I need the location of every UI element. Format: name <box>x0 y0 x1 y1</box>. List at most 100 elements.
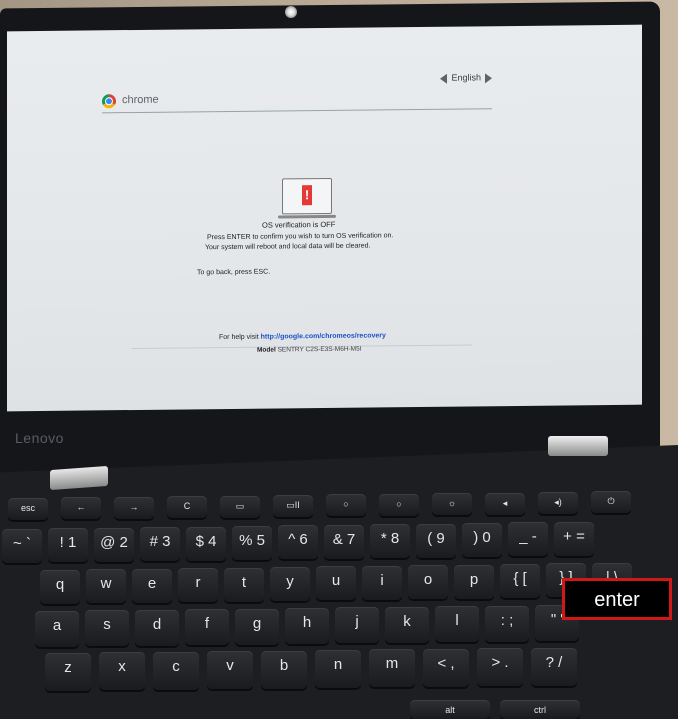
key-fn-10[interactable]: ◂) <box>538 492 578 514</box>
key-label: t <box>241 573 247 591</box>
key-num-2[interactable]: @ 2 <box>94 527 134 562</box>
language-selector[interactable]: English <box>440 72 492 84</box>
key-label: ◂) <box>554 497 562 507</box>
key-bottom-9[interactable]: ? / <box>531 647 577 686</box>
key-label: u <box>331 572 341 590</box>
key-bottom-2[interactable]: c <box>153 651 199 690</box>
key-fn-5[interactable]: ▭II <box>273 495 313 517</box>
key-top-10[interactable]: { [ <box>500 564 540 598</box>
key-fn-9[interactable]: ◂ <box>485 492 525 515</box>
key-label: b <box>279 656 289 674</box>
key-label: x <box>118 658 126 676</box>
key-bottom-8[interactable]: > . <box>477 648 523 687</box>
language-prev-icon[interactable] <box>440 73 448 84</box>
key-label: s <box>103 616 111 634</box>
photo-scene: chrome English ! OS verification is OFF … <box>0 0 678 719</box>
model-label: Model <box>257 346 276 354</box>
key-label: ~ ` <box>13 535 31 552</box>
key-num-1[interactable]: ! 1 <box>48 528 88 563</box>
key-top-5[interactable]: y <box>270 567 310 601</box>
key-fn-7[interactable]: ○ <box>379 493 419 516</box>
key-label: ○ <box>396 498 402 509</box>
key-num-5[interactable]: % 5 <box>232 526 272 560</box>
key-num-9[interactable]: ( 9 <box>416 523 456 558</box>
key-home-7[interactable]: k <box>385 606 429 643</box>
key-home-8[interactable]: l <box>435 606 479 643</box>
key-home-4[interactable]: g <box>235 608 279 645</box>
key-home-3[interactable]: f <box>185 609 229 646</box>
key-label: c <box>172 657 180 675</box>
instruction-line-3: To go back, press ESC. <box>197 268 271 277</box>
key-label: ☼ <box>447 498 457 509</box>
chrome-logo-icon <box>102 94 116 109</box>
key-bottom-4[interactable]: b <box>261 650 307 689</box>
key-label: : ; <box>500 611 514 629</box>
key-top-2[interactable]: e <box>132 568 172 603</box>
model-value: SENTRY C2S-E3S-M6H-M5I <box>277 345 362 354</box>
model-info: Model SENTRY C2S-E3S-M6H-M5I <box>257 346 362 354</box>
key-num-0[interactable]: ~ ` <box>2 529 42 563</box>
key-home-1[interactable]: s <box>85 610 129 647</box>
key-label: ← <box>76 502 86 513</box>
key-label: k <box>403 612 411 630</box>
key-label: ▭ <box>235 500 245 511</box>
key-label: n <box>333 656 343 673</box>
language-label: English <box>451 72 481 83</box>
key-bottom-7[interactable]: < , <box>423 648 469 687</box>
key-label: ⏻ <box>607 496 615 507</box>
recovery-link[interactable]: http://google.com/chromeos/recovery <box>261 332 386 340</box>
key-label: _ - <box>519 528 537 546</box>
key-num-4[interactable]: $ 4 <box>186 526 226 561</box>
key-label: d <box>152 615 162 633</box>
key-label: ? / <box>545 653 563 671</box>
key-label: q <box>55 576 65 593</box>
key-fn-1[interactable]: ← <box>61 497 101 520</box>
enter-callout[interactable]: enter <box>562 578 672 620</box>
webcam-icon <box>285 6 297 18</box>
key-num-7[interactable]: & 7 <box>324 524 364 559</box>
key-top-9[interactable]: p <box>454 564 494 599</box>
key-top-1[interactable]: w <box>86 569 126 604</box>
key-top-0[interactable]: q <box>40 570 80 604</box>
key-label: h <box>302 614 312 631</box>
key-num-3[interactable]: # 3 <box>140 527 180 562</box>
key-bottom-0[interactable]: z <box>45 653 91 691</box>
key-fn-6[interactable]: ○ <box>326 494 366 517</box>
key-label: p <box>469 570 479 588</box>
help-prefix: For help visit <box>219 333 259 342</box>
key-fn-4[interactable]: ▭ <box>220 495 260 518</box>
key-bottom-1[interactable]: x <box>99 652 145 691</box>
key-num-6[interactable]: ^ 6 <box>278 525 318 560</box>
key-top-4[interactable]: t <box>224 567 264 602</box>
key-num-11[interactable]: _ - <box>508 522 548 557</box>
key-label: z <box>64 659 72 676</box>
key-home-0[interactable]: a <box>35 611 79 647</box>
key-home-5[interactable]: h <box>285 608 329 644</box>
key-num-8[interactable]: * 8 <box>370 524 410 559</box>
key-fn-2[interactable]: → <box>114 496 154 519</box>
key-bottom-6[interactable]: m <box>369 649 415 688</box>
key-bottom-5[interactable]: n <box>315 650 361 688</box>
key-num-12[interactable]: + = <box>554 521 594 556</box>
key-label: esc <box>20 503 35 513</box>
key-bottom-3[interactable]: v <box>207 651 253 690</box>
key-fn-3[interactable]: C <box>167 496 207 519</box>
key-home-6[interactable]: j <box>335 607 379 644</box>
key-label: + = <box>563 527 585 545</box>
key-home-2[interactable]: d <box>135 609 179 646</box>
key-top-3[interactable]: r <box>178 568 218 603</box>
instruction-line-1: Press ENTER to confirm you wish to turn … <box>207 232 394 242</box>
key-ctrl[interactable]: ctrl <box>500 700 580 719</box>
key-alt[interactable]: alt <box>410 700 490 719</box>
key-top-8[interactable]: o <box>408 565 448 600</box>
key-label: C <box>183 501 191 512</box>
key-fn-11[interactable]: ⏻ <box>591 491 631 514</box>
key-num-10[interactable]: ) 0 <box>462 523 502 557</box>
key-fn-0[interactable]: esc <box>8 498 48 520</box>
key-label: v <box>226 657 234 675</box>
key-home-9[interactable]: : ; <box>485 605 529 642</box>
key-top-7[interactable]: i <box>362 565 402 600</box>
key-fn-8[interactable]: ☼ <box>432 493 472 516</box>
key-top-6[interactable]: u <box>316 566 356 601</box>
language-next-icon[interactable] <box>485 72 492 83</box>
